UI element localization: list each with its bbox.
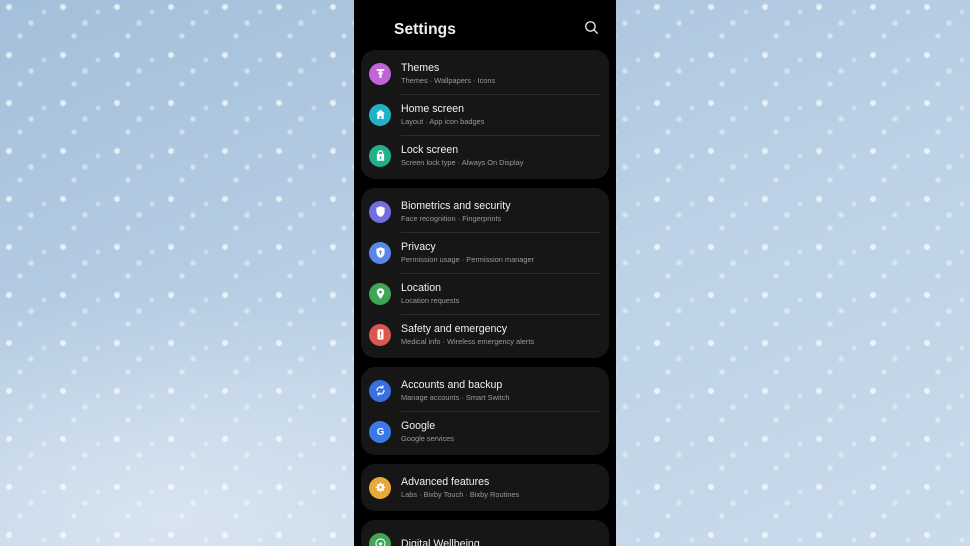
personalization-group: Themes Themes · Wallpapers · Icons Home sc… bbox=[361, 50, 609, 179]
settings-row-title: Safety and emergency bbox=[401, 322, 507, 335]
settings-row-safety-and-emergency[interactable]: Safety and emergency Medical info · Wirel… bbox=[361, 314, 609, 355]
settings-row-subtitle: Permission usage · Permission manager bbox=[401, 255, 535, 265]
settings-row-title: Advanced features bbox=[401, 475, 490, 488]
accounts-group: Accounts and backup Manage accounts · Sma… bbox=[361, 367, 609, 455]
settings-row-home-screen[interactable]: Home screen Layout · App icon badges bbox=[361, 94, 609, 135]
settings-row-text: Advanced features Labs · Bixby Touch · Bi… bbox=[401, 475, 519, 501]
phone-screen: Settings Themes Themes · Wallpapers · Ico… bbox=[354, 0, 616, 546]
settings-row-subtitle: Google services bbox=[401, 434, 454, 444]
settings-row-text: Google Google services bbox=[401, 419, 454, 445]
settings-row-themes[interactable]: Themes Themes · Wallpapers · Icons bbox=[361, 53, 609, 94]
settings-header: Settings bbox=[354, 0, 616, 50]
advanced-group: Advanced features Labs · Bixby Touch · Bi… bbox=[361, 464, 609, 511]
settings-row-text: Biometrics and security Face recognition … bbox=[401, 199, 511, 225]
settings-row-title: Home screen bbox=[401, 102, 464, 115]
settings-row-title: Themes bbox=[401, 61, 440, 74]
settings-row-google[interactable]: G Google Google services bbox=[361, 411, 609, 452]
settings-row-subtitle: Manage accounts · Smart Switch bbox=[401, 393, 510, 403]
settings-list[interactable]: Themes Themes · Wallpapers · Icons Home sc… bbox=[354, 50, 616, 546]
wellbeing-icon bbox=[369, 532, 391, 546]
themes-icon bbox=[369, 62, 391, 85]
sync-icon bbox=[369, 379, 391, 402]
settings-row-text: Safety and emergency Medical info · Wirel… bbox=[401, 322, 534, 348]
settings-row-title: Biometrics and security bbox=[401, 199, 511, 212]
settings-row-title: Privacy bbox=[401, 240, 436, 253]
settings-row-text: Location Location requests bbox=[401, 281, 459, 307]
settings-row-subtitle: Layout · App icon badges bbox=[401, 117, 485, 127]
svg-text:G: G bbox=[376, 427, 384, 438]
settings-row-text: Digital Wellbeing bbox=[401, 537, 480, 546]
settings-row-title: Lock screen bbox=[401, 143, 459, 156]
settings-row-subtitle: Face recognition · Fingerprints bbox=[401, 214, 502, 224]
home-icon bbox=[369, 103, 391, 126]
settings-row-location[interactable]: Location Location requests bbox=[361, 273, 609, 314]
settings-row-text: Home screen Layout · App icon badges bbox=[401, 102, 484, 128]
advanced-features-icon bbox=[369, 476, 391, 499]
settings-row-lock-screen[interactable]: Lock screen Screen lock type · Always On … bbox=[361, 135, 609, 176]
settings-row-title: Digital Wellbeing bbox=[401, 537, 480, 546]
settings-row-subtitle: Themes · Wallpapers · Icons bbox=[401, 76, 496, 86]
shield-privacy-icon bbox=[369, 241, 391, 264]
google-icon: G bbox=[369, 420, 391, 443]
settings-row-privacy[interactable]: Privacy Permission usage · Permission man… bbox=[361, 232, 609, 273]
wellbeing-group: Digital Wellbeing bbox=[361, 520, 609, 546]
search-icon[interactable] bbox=[580, 16, 602, 38]
location-pin-icon bbox=[369, 282, 391, 305]
settings-row-advanced-features[interactable]: Advanced features Labs · Bixby Touch · Bi… bbox=[361, 467, 609, 508]
settings-row-text: Privacy Permission usage · Permission man… bbox=[401, 240, 534, 266]
settings-row-title: Accounts and backup bbox=[401, 378, 503, 391]
settings-row-subtitle: Location requests bbox=[401, 296, 460, 306]
settings-row-text: Accounts and backup Manage accounts · Sma… bbox=[401, 378, 509, 404]
shield-biometrics-icon bbox=[369, 200, 391, 223]
settings-row-subtitle: Medical info · Wireless emergency alerts bbox=[401, 337, 535, 347]
settings-row-title: Location bbox=[401, 281, 442, 294]
settings-row-biometrics-and-security[interactable]: Biometrics and security Face recognition … bbox=[361, 191, 609, 232]
emergency-icon bbox=[369, 323, 391, 346]
settings-row-text: Themes Themes · Wallpapers · Icons bbox=[401, 61, 495, 87]
security-group: Biometrics and security Face recognition … bbox=[361, 188, 609, 358]
settings-row-subtitle: Screen lock type · Always On Display bbox=[401, 158, 524, 168]
page-title: Settings bbox=[394, 21, 456, 38]
settings-row-digital-wellbeing[interactable]: Digital Wellbeing bbox=[361, 523, 609, 546]
lock-icon bbox=[369, 144, 391, 167]
settings-row-title: Google bbox=[401, 419, 436, 432]
settings-row-text: Lock screen Screen lock type · Always On … bbox=[401, 143, 523, 169]
settings-row-subtitle: Labs · Bixby Touch · Bixby Routines bbox=[401, 490, 520, 500]
settings-row-accounts-and-backup[interactable]: Accounts and backup Manage accounts · Sma… bbox=[361, 370, 609, 411]
